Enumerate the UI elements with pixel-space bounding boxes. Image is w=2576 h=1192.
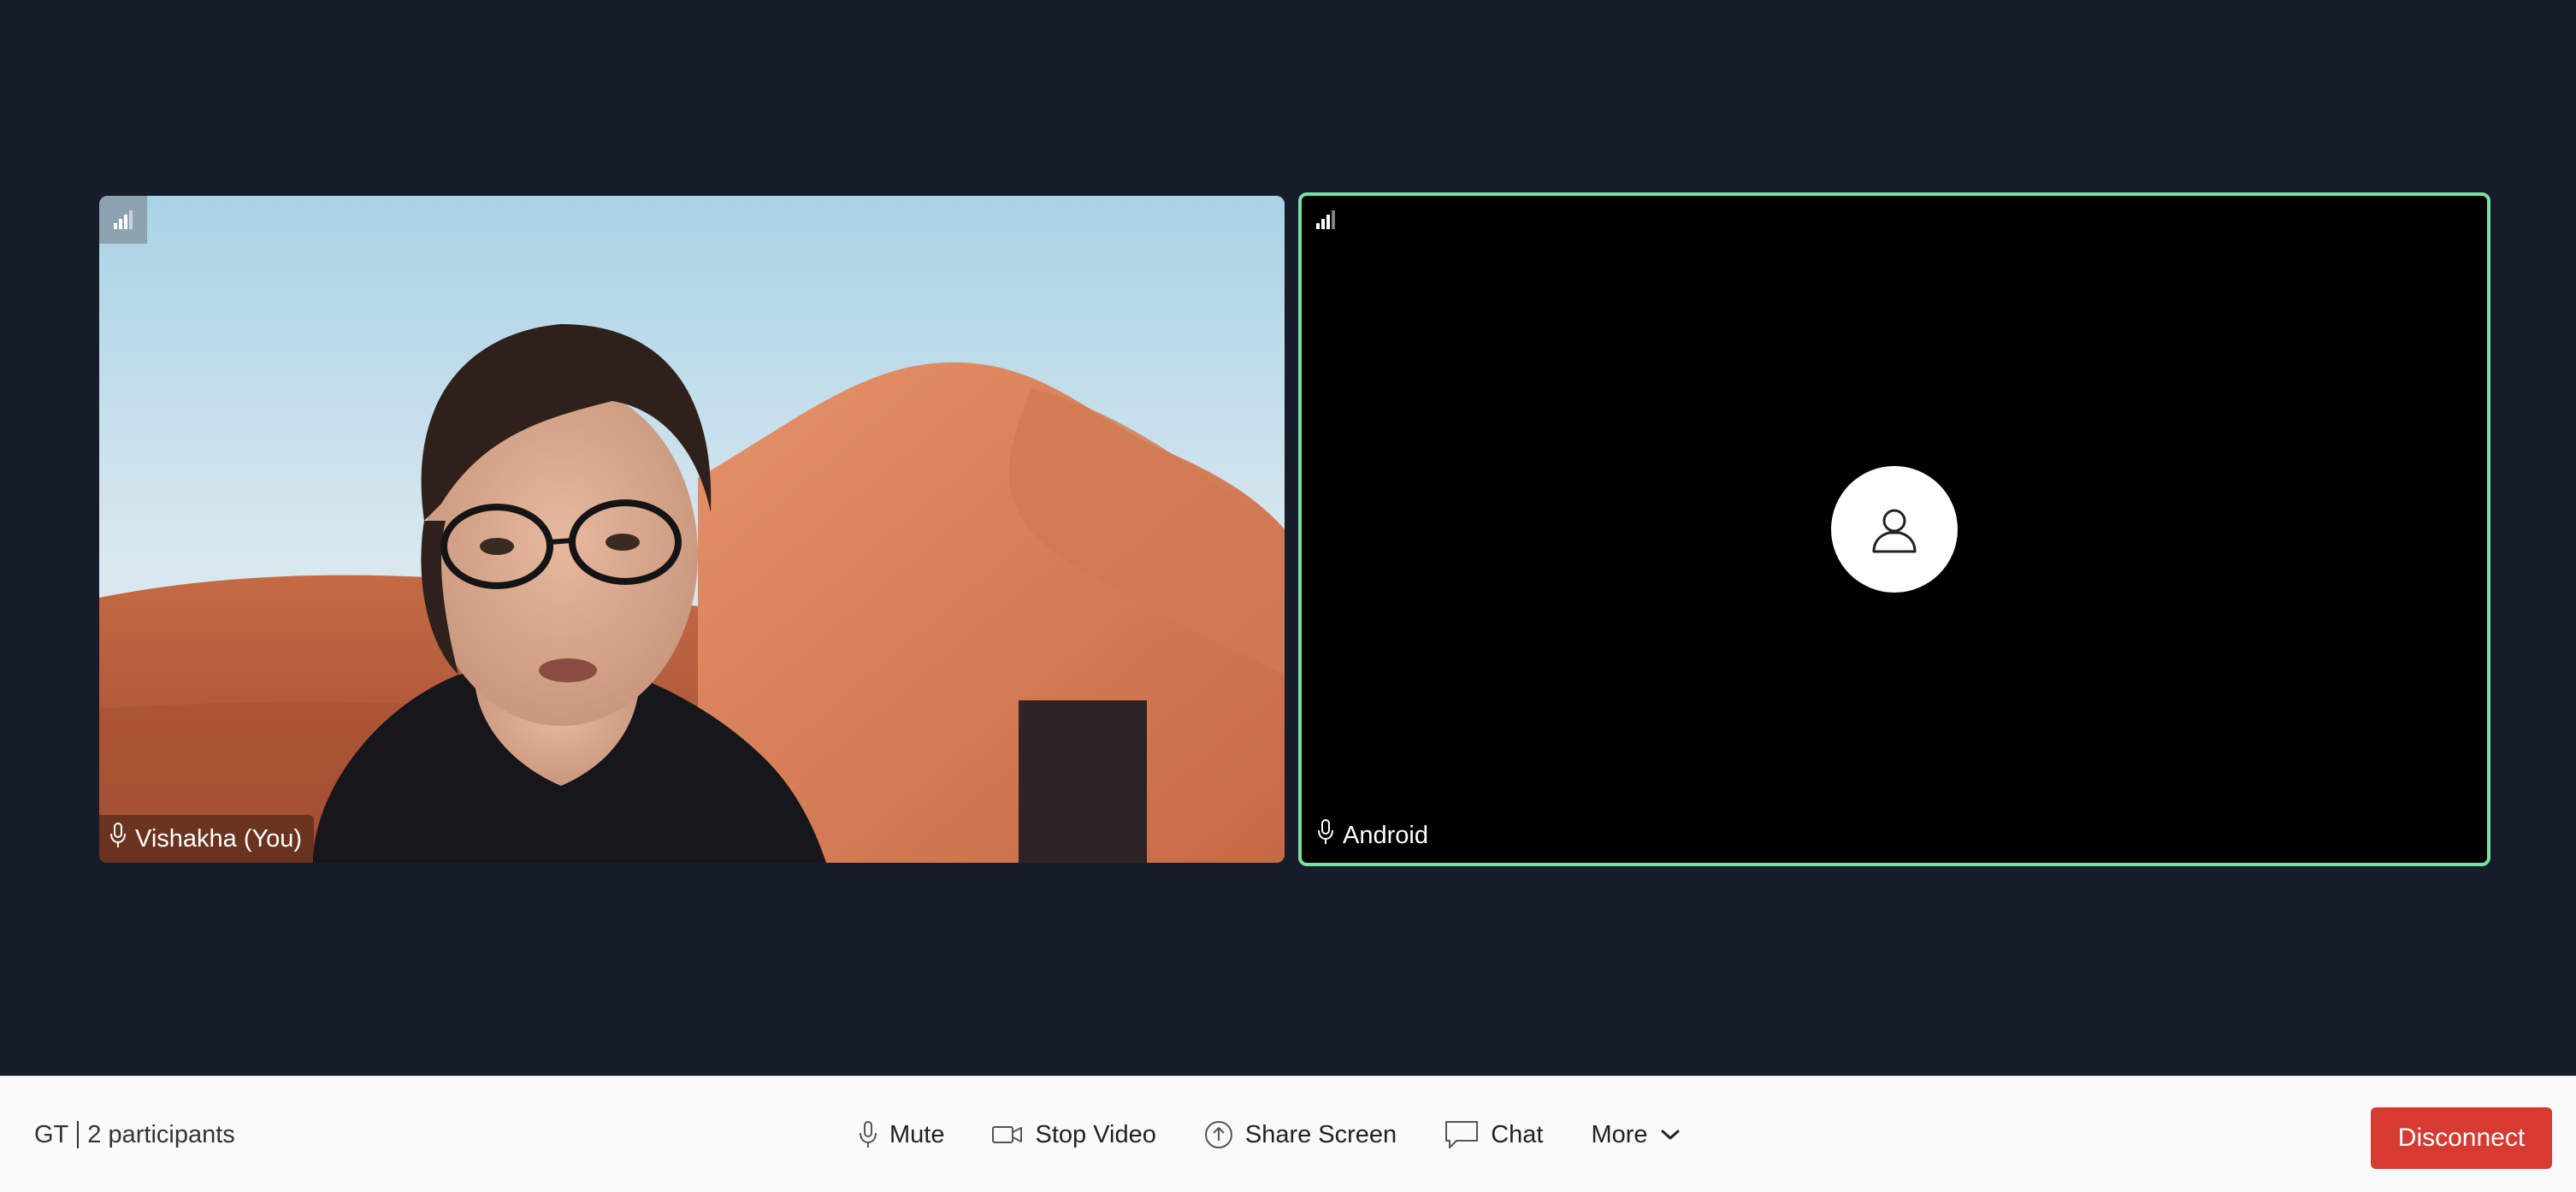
video-grid: Vishakha (You) Android: [0, 0, 2576, 1076]
participant-name: Android: [1343, 821, 1428, 849]
share-screen-label: Share Screen: [1244, 1120, 1397, 1148]
signal-strength-icon: [1309, 203, 1343, 237]
participant-count: 2 participants: [87, 1120, 235, 1148]
more-label: More: [1591, 1120, 1648, 1148]
participant-tile-local[interactable]: Vishakha (You): [99, 196, 1285, 863]
room-code: GT: [34, 1120, 69, 1148]
microphone-icon: [109, 823, 127, 855]
participant-name-tag: Vishakha (You): [99, 815, 315, 863]
call-toolbar: GT 2 participants Mute Stop Video Share …: [0, 1076, 2576, 1192]
local-video-feed: [99, 196, 1285, 863]
video-camera-icon: [992, 1124, 1023, 1145]
microphone-icon: [1317, 819, 1334, 852]
participant-tile-remote[interactable]: Android: [1298, 192, 2490, 866]
signal-strength-icon: [99, 196, 147, 244]
video-call-app: Vishakha (You) Android GT 2 participants…: [0, 0, 2576, 1192]
share-screen-button[interactable]: Share Screen: [1204, 1120, 1397, 1149]
participant-name-tag: Android: [1307, 811, 1440, 859]
video-frame-image: [99, 196, 1285, 863]
mute-label: Mute: [889, 1120, 945, 1148]
user-avatar-icon: [1831, 466, 1958, 593]
chat-bubble-icon: [1445, 1120, 1479, 1149]
stop-video-label: Stop Video: [1035, 1120, 1156, 1148]
microphone-icon: [859, 1121, 877, 1148]
mute-button[interactable]: Mute: [859, 1121, 944, 1149]
call-controls: Mute Stop Video Share Screen Chat More: [859, 1077, 1681, 1192]
disconnect-button[interactable]: Disconnect: [2371, 1107, 2552, 1169]
chat-button[interactable]: Chat: [1445, 1120, 1543, 1149]
share-screen-icon: [1204, 1120, 1233, 1149]
more-menu-button[interactable]: More: [1591, 1121, 1680, 1149]
chat-label: Chat: [1491, 1120, 1544, 1148]
divider: [77, 1121, 80, 1148]
chevron-down-icon: [1660, 1128, 1681, 1142]
stop-video-button[interactable]: Stop Video: [992, 1120, 1156, 1149]
room-info: GT 2 participants: [34, 1077, 235, 1192]
participant-name: Vishakha (You): [135, 824, 303, 853]
